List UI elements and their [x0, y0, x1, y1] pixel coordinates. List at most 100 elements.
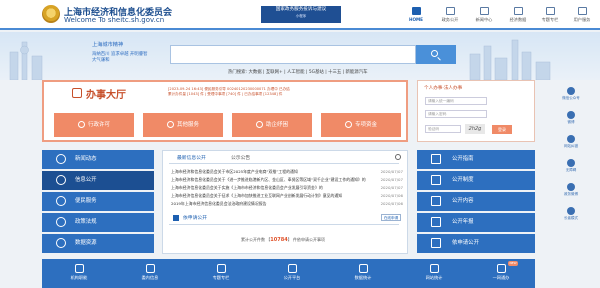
apply-count-number: 10784 — [270, 237, 288, 243]
nav-topics[interactable]: 专题专栏 — [534, 2, 566, 28]
captcha-field[interactable]: 验证码 — [425, 125, 461, 133]
nav-economy-label: 经济数据 — [509, 17, 527, 22]
side-accessibility[interactable]: 无障碍 — [559, 157, 583, 179]
news-item[interactable]: 上海市经济和信息化委员会关于市区2025年度产业电商“双推”工程的通知 2020/… — [171, 169, 403, 176]
service-admin-permit[interactable]: 行政许可 — [54, 113, 134, 137]
service-hall-header: 办事大厅 [2023-09-24 16:43] 便民服务引导 002401202… — [44, 82, 406, 106]
login-button[interactable]: 登录 — [492, 125, 512, 134]
service-enterprise-relief-label: 助企纾困 — [265, 122, 288, 128]
search-box — [170, 45, 416, 64]
news-date: 2020/07/06 — [380, 193, 403, 198]
stats-icon — [429, 264, 439, 273]
left-nav-news[interactable]: 新闻动态 — [42, 150, 154, 169]
apply-disclosure-bar: 依申请公开 在线申请 — [169, 213, 401, 225]
nav-gov-open-label: 政务公开 — [441, 17, 459, 22]
news-item[interactable]: 上海市经济信息化委员会关于征求《上海市加快推进工业互联网产业创新发展行动计划》意… — [171, 193, 403, 200]
public-content-link[interactable]: 公开内容 — [417, 192, 535, 211]
public-rules-label: 公开制度 — [452, 177, 474, 183]
apply-disclosure-title: 依申请公开 — [183, 216, 207, 221]
banner-sub-text: 小程序 — [295, 14, 307, 18]
quick-link-internal[interactable]: 委内信息 — [125, 262, 175, 286]
nav-user-service[interactable]: 用户服务 — [566, 2, 598, 28]
apply-disclosure-link[interactable]: 依申请公开 — [417, 234, 535, 253]
news-icon — [479, 7, 489, 15]
quick-link-stats[interactable]: 网站统计 — [409, 262, 459, 286]
left-nav-data-label: 数据资源 — [75, 240, 97, 246]
quick-link-oneweb[interactable]: 一网通办 NEW — [476, 261, 526, 286]
public-guide-label: 公开指南 — [452, 156, 474, 162]
captcha-image[interactable]: 2h2g — [465, 124, 485, 134]
left-nav-service-label: 便民服务 — [75, 198, 97, 204]
public-rules-link[interactable]: 公开制度 — [417, 171, 535, 190]
law-icon — [56, 217, 66, 227]
oneweb-icon — [496, 264, 506, 273]
hot-search-links[interactable]: 热门搜索: 大数据 | 互联网+ | 人工智能 | 5G基站 | 十三五 | 新… — [228, 69, 367, 75]
quick-link-data[interactable]: 数据统计 — [338, 262, 388, 286]
apply-icon — [431, 238, 441, 248]
home-icon — [411, 7, 421, 15]
side-float-bar: 微信公众号 微博 网站纠错 无障碍 政务微博 长者模式 — [556, 85, 586, 245]
nav-economy[interactable]: 经济数据 — [502, 2, 534, 28]
quick-link-data-label: 数据统计 — [354, 275, 372, 280]
public-content-label: 公开内容 — [452, 198, 474, 204]
side-elder-mode[interactable]: 长者模式 — [559, 205, 583, 227]
complaint-banner[interactable]: 国家政务服务投诉与建议 小程序 — [261, 6, 341, 23]
search-button[interactable] — [416, 45, 456, 64]
service-enterprise-relief[interactable]: 助企纾困 — [232, 113, 312, 137]
public-guide-link[interactable]: 公开指南 — [417, 150, 535, 169]
quick-link-platform[interactable]: 公开平台 — [267, 262, 317, 286]
side-gov-weibo[interactable]: 政务微博 — [559, 181, 583, 203]
service-hall-panel: 办事大厅 [2023-09-24 16:43] 便民服务引导 002401202… — [42, 80, 408, 142]
side-feedback[interactable]: 网站纠错 — [559, 133, 583, 155]
doc-icon — [145, 264, 155, 273]
tab-latest-info[interactable]: 最新信息公开 — [177, 154, 206, 161]
news-title: 上海市经济和信息化委员会关于市区2025年度产业电商“双推”工程的通知 — [171, 169, 298, 174]
bottom-quick-links: 机构职能 委内信息 专题专栏 公开平台 数据统计 网站统计 一网通办 NEW — [42, 259, 535, 288]
accessibility-icon — [567, 159, 575, 167]
news-item[interactable]: 2019年上海市经济信息化委员会法治政府建设情况报告 2020/07/06 — [171, 201, 403, 208]
chart-icon — [358, 264, 368, 273]
info-icon — [56, 175, 66, 185]
search-icon — [431, 50, 438, 57]
left-nav-policy[interactable]: 政策法规 — [42, 213, 154, 232]
left-nav-policy-label: 政策法规 — [75, 219, 97, 225]
briefcase-icon — [72, 88, 82, 98]
password-field[interactable]: 请输入密码 — [425, 110, 487, 118]
side-weibo-label: 微博 — [567, 120, 575, 124]
username-field[interactable]: 请输入统一编码 — [425, 97, 487, 105]
side-weibo[interactable]: 微博 — [559, 109, 583, 131]
left-nav-data[interactable]: 数据资源 — [42, 234, 154, 253]
nav-home[interactable]: HOME — [400, 2, 432, 28]
side-feedback-label: 网站纠错 — [564, 144, 578, 148]
side-wechat[interactable]: 微信公众号 — [559, 85, 583, 107]
apply-count-prefix: 累计公开件数 — [241, 237, 265, 242]
topic-icon — [216, 264, 226, 273]
quick-link-oneweb-label: 一网通办 — [492, 275, 510, 280]
news-panel: 最新信息公开 公示公告 上海市经济和信息化委员会关于市区2025年度产业电商“双… — [162, 150, 408, 254]
left-nav-info-open[interactable]: 信息公开 — [42, 171, 154, 190]
side-gov-weibo-label: 政务微博 — [564, 192, 578, 196]
public-annual-report-link[interactable]: 公开年报 — [417, 213, 535, 232]
quick-link-platform-label: 公开平台 — [283, 275, 301, 280]
tab-announcements[interactable]: 公示公告 — [231, 154, 250, 161]
online-apply-button[interactable]: 在线申请 — [381, 214, 401, 221]
news-date: 2020/07/06 — [380, 201, 403, 206]
quick-link-topics-label: 专题专栏 — [212, 275, 230, 280]
news-item[interactable]: 上海市经济信息化委员会关于实施《上海市市经济和信息化委员会产业发展引导资金》的 2… — [171, 185, 403, 192]
quick-link-internal-label: 委内信息 — [141, 275, 159, 280]
news-title: 2019年上海市经济信息化委员会法治政府建设情况报告 — [171, 201, 267, 206]
quick-link-org[interactable]: 机构职能 — [54, 262, 104, 286]
left-nav-service[interactable]: 便民服务 — [42, 192, 154, 211]
left-nav-news-label: 新闻动态 — [75, 156, 97, 162]
nav-gov-open[interactable]: 政务公开 — [434, 2, 466, 28]
news-item[interactable]: 上海市经济和信息化委员会关于《进一步推进临港新片区、金山区、奉贤区等区域“双千企… — [171, 177, 403, 184]
side-wechat-label: 微信公众号 — [562, 96, 580, 100]
more-plus-icon[interactable] — [395, 154, 401, 160]
nav-user-service-label: 用户服务 — [573, 17, 591, 22]
nav-news[interactable]: 新闻中心 — [468, 2, 500, 28]
service-special-funds[interactable]: 专项资金 — [321, 113, 401, 137]
search-input[interactable] — [171, 46, 415, 63]
service-other[interactable]: 其他服务 — [143, 113, 223, 137]
quick-link-topics[interactable]: 专题专栏 — [196, 262, 246, 286]
permit-icon — [77, 121, 85, 128]
